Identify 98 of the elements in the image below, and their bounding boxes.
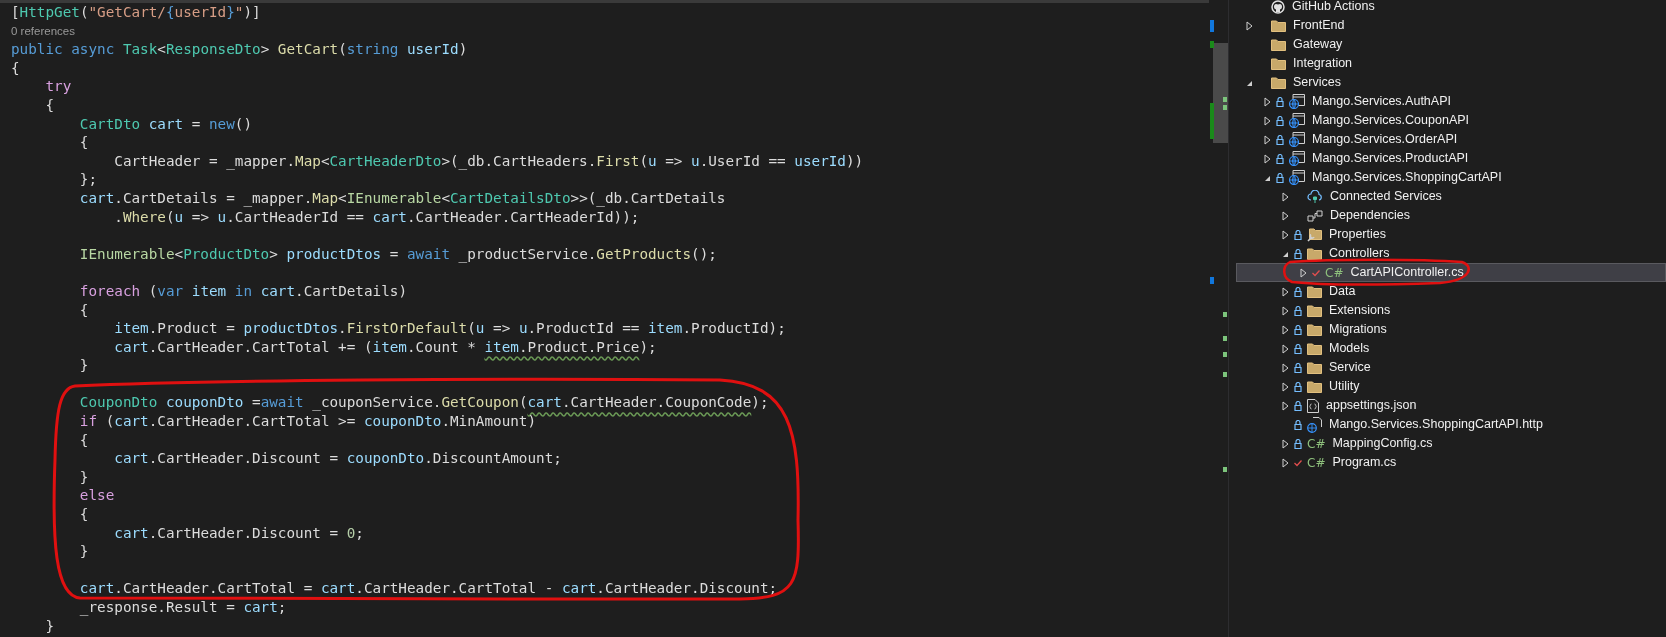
expand-arrow-icon[interactable] [1282,324,1289,335]
expand-arrow-icon[interactable] [1282,343,1289,354]
github-icon [1271,0,1285,14]
expand-arrow-icon[interactable] [1264,153,1271,164]
tree-item[interactable]: Mango.Services.OrderAPI [1236,130,1666,149]
tree-item[interactable]: Mango.Services.AuthAPI [1236,92,1666,111]
code-line: cart.CartHeader.Discount = 0; [113,523,364,543]
expand-arrow-icon[interactable] [1282,457,1289,468]
web-project-icon [1289,94,1305,109]
code-line: { [78,300,89,320]
web-file-icon [1307,416,1322,433]
code-line: }; [78,170,98,189]
code-line: cart.CartHeader.CartTotal = cart.CartHeader.CartTotal - cart.CartHeader.Discount; [78,579,778,598]
csharp-file-icon: C# [1325,266,1344,279]
tree-item[interactable]: C# Program.cs [1236,453,1666,472]
expand-arrow-icon[interactable] [1282,305,1289,316]
expand-arrow-icon[interactable] [1282,210,1289,221]
tree-item[interactable]: Integration [1236,54,1666,73]
code-line: _response.Result = cart; [78,598,287,617]
code-line: else [78,486,115,506]
wrench-folder-icon [1307,227,1322,242]
code-line: cart.CartDetails = _mapper.Map<IEnumerable<CartDetailsDto>>(_db.CartDetails [78,188,726,208]
code-line: { [44,95,55,115]
expand-arrow-icon[interactable] [1264,134,1271,145]
expand-arrow-icon[interactable] [1282,191,1289,202]
expand-arrow-icon[interactable] [1282,381,1289,392]
code-line: { [78,505,89,524]
tree-item[interactable]: Properties [1236,225,1666,244]
tree-item[interactable]: Mango.Services.CouponAPI [1236,111,1666,130]
tree-item[interactable]: GitHub Actions [1236,0,1666,16]
expand-arrow-icon[interactable] [1282,229,1289,240]
code-line: IEnumerable<ProductDto> productDtos = await _productService.GetProducts(); [78,244,717,264]
code-line: CouponDto couponDto =await _couponService.GetCoupon(cart.CartHeader.CouponCode); [78,393,769,413]
folder-icon [1307,247,1322,260]
expand-arrow-icon[interactable] [1282,400,1289,411]
code-line: foreach (var item in cart.CartDetails) [78,281,407,301]
code-line: { [11,58,20,78]
expand-arrow-icon[interactable] [1246,20,1253,31]
csharp-file-icon: C# [1307,456,1326,469]
tree-item[interactable]: C# MappingConfig.cs [1236,434,1666,453]
tree-item[interactable]: Models [1236,339,1666,358]
folder-icon [1307,361,1322,374]
code-line: .Where(u => u.CartHeaderId == cart.CartHeader.CartHeaderId)); [113,207,640,227]
code-line: try [44,77,72,96]
json-file-icon [1307,398,1319,413]
expand-arrow-icon[interactable] [1282,438,1289,449]
code-line: } [78,467,89,487]
tree-item[interactable]: appsettings.json [1236,396,1666,415]
csharp-file-icon: C# [1307,437,1326,450]
tree-item[interactable]: Connected Services [1236,187,1666,206]
code-line: cart.CartHeader.CartTotal += (item.Count * item.Product.Price); [113,337,657,357]
code-line: } [44,616,55,636]
code-line: cart.CartHeader.Discount = couponDto.DiscountAmount; [113,449,562,468]
code-line: } [78,356,89,375]
web-project-icon [1289,113,1305,128]
tree-item[interactable]: Controllers [1236,244,1666,263]
tree-item[interactable]: Mango.Services.ShoppingCartAPI.http [1236,415,1666,434]
expand-arrow-icon[interactable] [1264,115,1271,126]
tree-item[interactable]: C# CartAPIController.cs [1236,263,1666,282]
tree-item[interactable]: Dependencies [1236,206,1666,225]
code-line: public async Task<ResponseDto> GetCart(string userId) [11,40,468,59]
expand-arrow-icon[interactable] [1282,362,1289,373]
tree-item[interactable]: Mango.Services.ProductAPI [1236,149,1666,168]
tree-item[interactable]: Gateway [1236,35,1666,54]
tree-item[interactable]: Data [1236,282,1666,301]
folder-icon [1271,76,1286,89]
web-project-icon [1289,170,1305,185]
code-line: CartHeader = _mapper.Map<CartHeaderDto>(_db.CartHeaders.First(u => u.UserId == userId)) [113,151,864,171]
expand-arrow-icon[interactable] [1264,96,1271,107]
folder-icon [1307,342,1322,355]
tree-item[interactable]: Service [1236,358,1666,377]
tree-item[interactable]: Mango.Services.ShoppingCartAPI [1236,168,1666,187]
code-line: { [78,430,89,450]
folder-icon [1307,323,1322,336]
cloud-plug-icon [1307,189,1323,204]
code-line: item.Product = productDtos.FirstOrDefault(u => u.ProductId == item.ProductId); [113,319,786,338]
dependencies-icon [1307,209,1323,222]
code-line: if (cart.CartHeader.CartTotal >= couponDto.MinAmount) [78,412,537,431]
tree-item[interactable]: Utility [1236,377,1666,396]
folder-icon [1271,57,1286,70]
folder-icon [1307,380,1322,393]
folder-icon [1271,19,1286,32]
folder-icon [1307,304,1322,317]
code-line: CartDto cart = new() [78,114,253,134]
tree-item[interactable]: Migrations [1236,320,1666,339]
code-line: } [78,542,89,561]
folder-icon [1307,285,1322,298]
expand-arrow-icon[interactable] [1282,286,1289,297]
web-project-icon [1289,132,1305,147]
references-count[interactable]: 0 references [11,21,75,41]
tree-item[interactable]: FrontEnd [1236,16,1666,35]
code-line: { [78,133,89,152]
tree-item[interactable]: Extensions [1236,301,1666,320]
tree-item[interactable]: Services [1236,73,1666,92]
expand-arrow-icon[interactable] [1300,267,1307,278]
code-line: [HttpGet("GetCart/{userId}")] [11,3,261,22]
folder-icon [1271,38,1286,51]
web-project-icon [1289,151,1305,166]
